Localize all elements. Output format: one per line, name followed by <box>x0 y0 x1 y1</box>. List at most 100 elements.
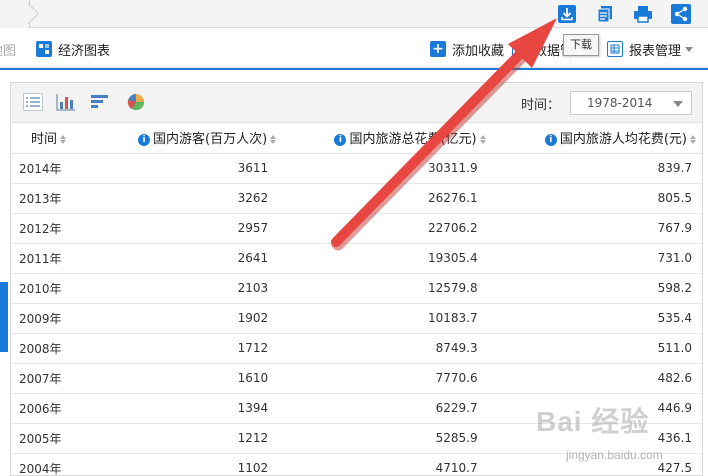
year-cell: 2005年 <box>11 423 119 454</box>
download-tooltip: 下载 <box>563 34 599 56</box>
visitors-cell: 1610 <box>118 363 279 394</box>
table-row[interactable]: 2006年 1394 6229.7 446.9 <box>11 393 702 424</box>
map-tab[interactable]: 地图 <box>0 39 16 59</box>
total-spending-cell: 26276.1 <box>278 183 488 214</box>
column-header-label: 国内游客(百万人次) <box>153 132 268 148</box>
visitors-cell: 1712 <box>118 333 279 364</box>
year-cell: 2009年 <box>11 303 119 334</box>
table-row[interactable]: 2009年 1902 10183.7 535.4 <box>11 303 702 334</box>
time-range-select[interactable]: 1978-2014 <box>570 91 692 115</box>
column-header-label: 国内旅游人均花费(元) <box>559 132 687 148</box>
data-panel: 时间： 1978-2014 时间 i 国内游客(百万人次) i 国内旅游总花费(亿元… <box>10 82 703 476</box>
horizontal-bar-icon[interactable] <box>90 93 110 111</box>
per-capita-cell: 731.0 <box>487 243 702 274</box>
sort-icon[interactable] <box>60 135 67 145</box>
share-icon[interactable] <box>670 3 692 25</box>
table-row[interactable]: 2014年 3611 30311.9 839.7 <box>11 153 702 184</box>
per-capita-cell: 427.5 <box>487 453 702 476</box>
table-header-row: 时间 i 国内游客(百万人次) i 国内旅游总花费(亿元) i 国内旅游人均花费(元) <box>11 123 702 154</box>
year-cell: 2012年 <box>11 213 119 244</box>
total-spending-cell: 12579.8 <box>278 273 488 304</box>
per-capita-cell: 805.5 <box>487 183 702 214</box>
chevron-down-icon <box>673 101 683 107</box>
plus-icon: + <box>430 41 446 57</box>
column-header-time[interactable]: 时间 <box>11 123 119 154</box>
year-cell: 2008年 <box>11 333 119 364</box>
visitors-cell: 1902 <box>118 303 279 334</box>
column-header-total-spending[interactable]: i 国内旅游总花费(亿元) <box>278 123 488 154</box>
data-management-icon <box>512 41 528 57</box>
econ-chart-label: 经济图表 <box>58 43 111 59</box>
total-spending-cell: 4710.7 <box>278 453 488 476</box>
year-cell: 2011年 <box>11 243 119 274</box>
report-management-label: 报表管理 <box>629 43 682 59</box>
info-icon[interactable]: i <box>334 133 347 146</box>
year-cell: 2010年 <box>11 273 119 304</box>
table-row[interactable]: 2008年 1712 8749.3 511.0 <box>11 333 702 364</box>
bar-chart-icon[interactable] <box>56 93 76 111</box>
total-spending-cell: 6229.7 <box>278 393 488 424</box>
visitors-cell: 3611 <box>118 153 279 184</box>
time-label: 时间： <box>520 98 560 113</box>
year-cell: 2006年 <box>11 393 119 424</box>
per-capita-cell: 535.4 <box>487 303 702 334</box>
visitors-cell: 1394 <box>118 393 279 424</box>
per-capita-cell: 436.1 <box>487 423 702 454</box>
visitors-cell: 2957 <box>118 213 279 244</box>
report-management-button[interactable]: 报表管理 <box>607 39 694 59</box>
total-spending-cell: 8749.3 <box>278 333 488 364</box>
year-cell: 2004年 <box>11 453 119 476</box>
side-expand-tab[interactable] <box>0 282 8 352</box>
table-row[interactable]: 2004年 1102 4710.7 427.5 <box>11 453 702 476</box>
chevron-down-icon <box>685 46 694 52</box>
table-row[interactable]: 2011年 2641 19305.4 731.0 <box>11 243 702 274</box>
pie-chart-icon[interactable] <box>126 93 146 111</box>
add-favorite-label: 添加收藏 <box>452 43 505 59</box>
column-header-label: 时间 <box>31 132 58 148</box>
total-spending-cell: 30311.9 <box>278 153 488 184</box>
total-spending-cell: 7770.6 <box>278 363 488 394</box>
column-header-visitors[interactable]: i 国内游客(百万人次) <box>118 123 279 154</box>
info-icon[interactable]: i <box>138 133 151 146</box>
visitors-cell: 1102 <box>118 453 279 476</box>
breadcrumb-arrow[interactable] <box>0 0 30 28</box>
table-row[interactable]: 2007年 1610 7770.6 482.6 <box>11 363 702 394</box>
table-row[interactable]: 2010年 2103 12579.8 598.2 <box>11 273 702 304</box>
year-cell: 2014年 <box>11 153 119 184</box>
column-header-label: 国内旅游总花费(亿元) <box>349 132 477 148</box>
per-capita-cell: 482.6 <box>487 363 702 394</box>
panel-header: 时间： 1978-2014 <box>11 83 702 123</box>
copy-icon[interactable] <box>594 3 616 25</box>
table-row[interactable]: 2005年 1212 5285.9 436.1 <box>11 423 702 454</box>
per-capita-cell: 598.2 <box>487 273 702 304</box>
visitors-cell: 2103 <box>118 273 279 304</box>
info-icon[interactable]: i <box>544 133 557 146</box>
econ-chart-tab[interactable]: 经济图表 <box>36 39 110 59</box>
table-row[interactable]: 2013年 3262 26276.1 805.5 <box>11 183 702 214</box>
year-cell: 2013年 <box>11 183 119 214</box>
time-range-value: 1978-2014 <box>587 96 653 110</box>
total-spending-cell: 22706.2 <box>278 213 488 244</box>
visitors-cell: 1212 <box>118 423 279 454</box>
nav-bar: 地图 经济图表 + 添加收藏 数据管 报表管理 <box>0 28 708 68</box>
report-grid-icon <box>607 41 623 57</box>
sort-icon[interactable] <box>270 135 277 145</box>
table-row[interactable]: 2012年 2957 22706.2 767.9 <box>11 213 702 244</box>
total-spending-cell: 5285.9 <box>278 423 488 454</box>
column-header-per-capita[interactable]: i 国内旅游人均花费(元) <box>487 123 702 154</box>
per-capita-cell: 767.9 <box>487 213 702 244</box>
top-toolbar <box>0 0 708 28</box>
data-table: 时间 i 国内游客(百万人次) i 国内旅游总花费(亿元) i 国内旅游人均花费(元)… <box>11 123 702 476</box>
download-icon[interactable] <box>556 3 578 25</box>
sort-icon[interactable] <box>479 135 486 145</box>
map-label: 地图 <box>0 43 17 59</box>
total-spending-cell: 19305.4 <box>278 243 488 274</box>
list-view-icon[interactable] <box>23 93 43 111</box>
total-spending-cell: 10183.7 <box>278 303 488 334</box>
year-cell: 2007年 <box>11 363 119 394</box>
add-favorite-button[interactable]: + 添加收藏 <box>430 39 504 59</box>
chart-block-icon <box>36 41 52 57</box>
visitors-cell: 2641 <box>118 243 279 274</box>
sort-icon[interactable] <box>690 135 696 145</box>
print-icon[interactable] <box>632 3 654 25</box>
